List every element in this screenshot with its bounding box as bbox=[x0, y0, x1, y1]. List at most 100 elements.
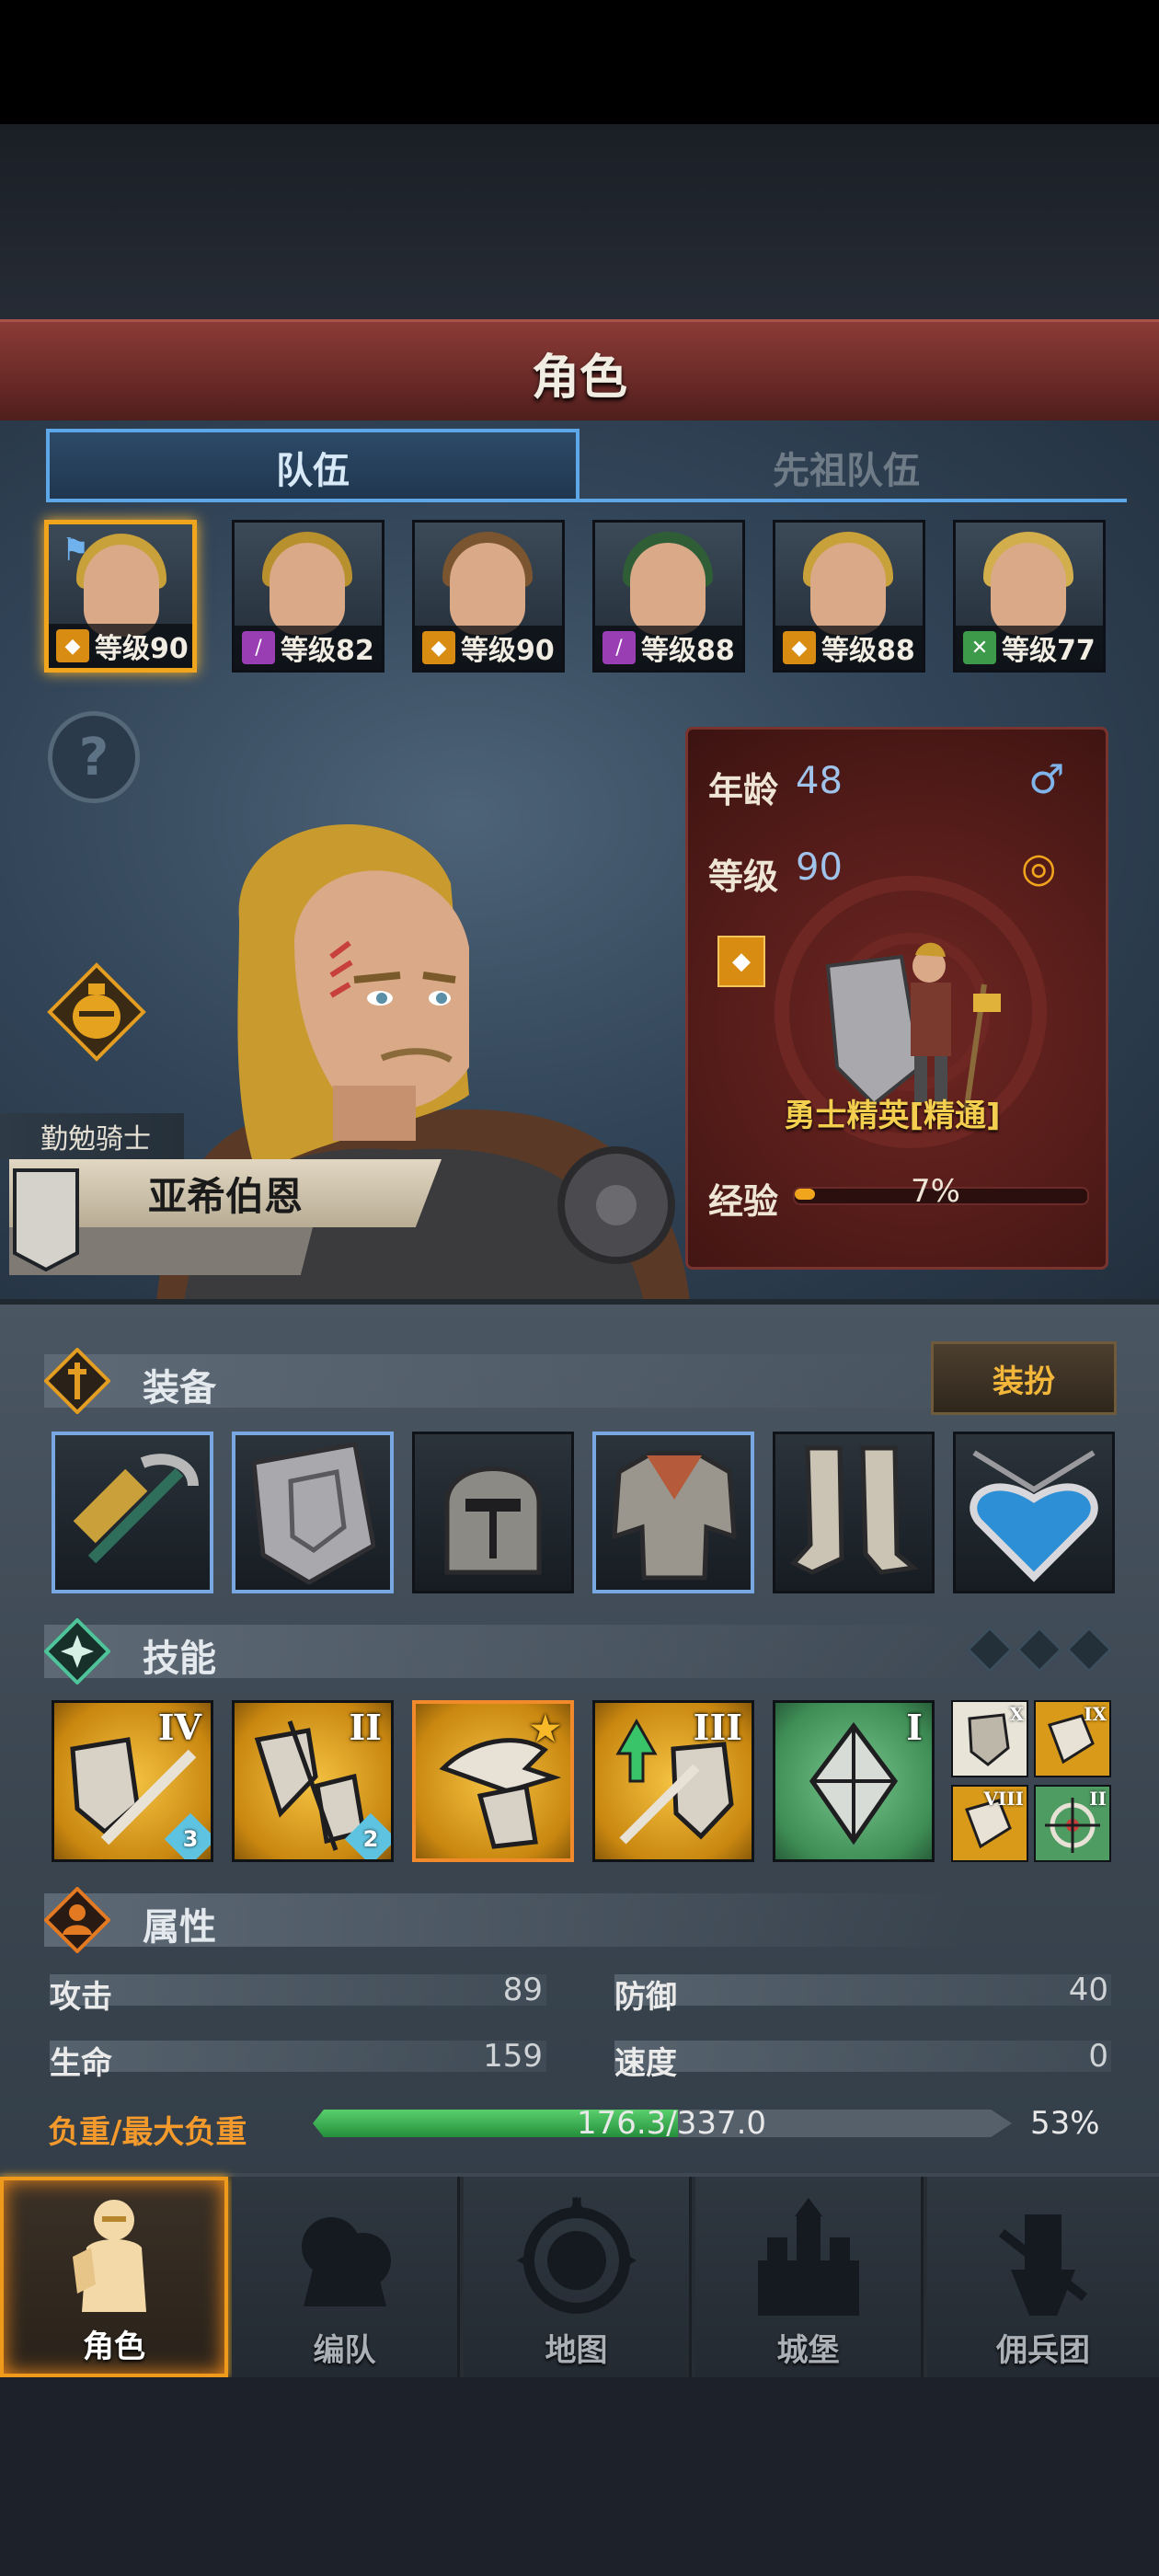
passive-rank: II bbox=[1089, 1788, 1107, 1810]
castle-icon bbox=[757, 2198, 859, 2316]
exp-label: 经验 bbox=[708, 1181, 779, 1222]
health-label: 生命 bbox=[50, 2045, 112, 2082]
ring-icon: ◎ bbox=[1021, 845, 1057, 891]
attack-label: 攻击 bbox=[50, 1979, 112, 2016]
shield-star-icon: ◆ bbox=[422, 631, 455, 664]
level-text: 等级82 bbox=[281, 635, 374, 667]
skill-charge-badge: 2 bbox=[344, 1812, 391, 1859]
party-slot-2[interactable]: / 等级82 bbox=[232, 520, 384, 673]
skill-slot-3[interactable]: ★ bbox=[412, 1700, 574, 1862]
chainmail-armor-icon bbox=[612, 1451, 737, 1581]
nav-formation[interactable]: 编队 bbox=[232, 2177, 460, 2377]
shield-star-icon: ◆ bbox=[783, 631, 816, 664]
equip-slot-weapon[interactable] bbox=[52, 1432, 213, 1593]
equip-slot-accessory[interactable] bbox=[953, 1432, 1115, 1593]
level-badge: ◆ 等级88 bbox=[775, 626, 923, 670]
party-slot-1[interactable]: ⚑ ◆ 等级90 bbox=[44, 520, 197, 673]
skill-slot-1[interactable]: IV 3 bbox=[52, 1700, 213, 1862]
party-slot-3[interactable]: ◆ 等级90 bbox=[412, 520, 565, 673]
nav-mercenary-label: 佣兵团 bbox=[996, 2332, 1090, 2369]
nav-castle[interactable]: 城堡 bbox=[695, 2177, 924, 2377]
speed-value: 0 bbox=[1088, 2038, 1108, 2075]
level-text: 等级77 bbox=[1002, 635, 1096, 667]
exp-bar-fill bbox=[795, 1189, 815, 1200]
age-value: 48 bbox=[796, 760, 843, 802]
skill-charge-count: 3 bbox=[182, 1826, 199, 1852]
passive-skill-2[interactable]: IX bbox=[1034, 1700, 1111, 1777]
level-text: 等级90 bbox=[95, 633, 189, 665]
nav-mercenary[interactable]: 佣兵团 bbox=[927, 2177, 1159, 2377]
equip-slot-armor[interactable] bbox=[592, 1432, 754, 1593]
party-slot-5[interactable]: ◆ 等级88 bbox=[773, 520, 925, 673]
level-badge: ◆ 等级90 bbox=[415, 626, 562, 670]
svg-text:N: N bbox=[571, 2196, 582, 2211]
age-label: 年龄 bbox=[708, 770, 779, 811]
level-text: 等级88 bbox=[821, 635, 915, 667]
passive-rank: IX bbox=[1084, 1703, 1107, 1725]
speed-label: 速度 bbox=[614, 2045, 677, 2082]
shield-star-icon: ◆ bbox=[717, 936, 765, 987]
passive-skill-3[interactable]: VIII bbox=[951, 1785, 1028, 1862]
party-slot-6[interactable]: ✕ 等级77 bbox=[953, 520, 1106, 673]
knight-icon bbox=[73, 2200, 146, 2312]
tab-ancestor-party[interactable]: 先祖队伍 bbox=[580, 432, 1113, 502]
character-title: 勤勉骑士 bbox=[40, 1123, 151, 1156]
flag-icon: ⚑ bbox=[62, 532, 90, 569]
equip-slot-helmet[interactable] bbox=[412, 1432, 574, 1593]
mercenary-icon bbox=[998, 2214, 1088, 2316]
level-label: 等级 bbox=[708, 857, 779, 897]
character-name: 亚希伯恩 bbox=[147, 1173, 303, 1219]
skill-charge-count: 2 bbox=[362, 1826, 379, 1852]
tab-underline bbox=[46, 499, 1127, 502]
help-button[interactable]: ? bbox=[48, 711, 140, 803]
skill-rank: III bbox=[693, 1707, 742, 1748]
level-badge: ◆ 等级90 bbox=[49, 624, 192, 668]
hero-face bbox=[270, 543, 345, 635]
banner-icon[interactable] bbox=[13, 1168, 79, 1271]
skill-charge-badge: 3 bbox=[164, 1812, 211, 1859]
top-background bbox=[0, 124, 1159, 319]
nav-character[interactable]: 角色 bbox=[0, 2177, 228, 2377]
hero-face bbox=[450, 543, 525, 635]
bow-icon: ✕ bbox=[963, 631, 996, 664]
skill-rank: ★ bbox=[529, 1708, 561, 1749]
nav-formation-label: 编队 bbox=[313, 2332, 376, 2369]
tab-party[interactable]: 队伍 bbox=[46, 429, 580, 502]
passive-skill-4[interactable]: II bbox=[1034, 1785, 1111, 1862]
equip-slot-legs[interactable] bbox=[773, 1432, 935, 1593]
level-value: 90 bbox=[796, 846, 843, 889]
health-value: 159 bbox=[483, 2038, 543, 2075]
load-value: 176.3/337.0 bbox=[576, 2105, 767, 2142]
passive-skill-1[interactable]: X bbox=[951, 1700, 1028, 1777]
level-text: 等级88 bbox=[641, 635, 735, 667]
skill-rank: IV bbox=[157, 1707, 201, 1748]
staff-icon: / bbox=[242, 631, 275, 664]
attributes-title: 属性 bbox=[143, 1906, 216, 1949]
male-icon: ♂ bbox=[1028, 756, 1065, 803]
war-hammer-icon bbox=[73, 1454, 199, 1564]
equip-slot-offhand[interactable] bbox=[232, 1432, 394, 1593]
character-title-badge: 勤勉骑士 bbox=[0, 1113, 184, 1159]
skill-slot-5[interactable]: I bbox=[773, 1700, 935, 1862]
shield-star-icon: ◆ bbox=[56, 629, 89, 662]
helmet-icon bbox=[444, 1466, 542, 1575]
compass-map-icon: N bbox=[516, 2196, 637, 2314]
formation-icon bbox=[301, 2217, 391, 2306]
level-badge: / 等级82 bbox=[235, 626, 382, 670]
hero-face bbox=[810, 543, 886, 635]
party-slot-4[interactable]: / 等级88 bbox=[592, 520, 745, 673]
skill-slot-2[interactable]: II 2 bbox=[232, 1700, 394, 1862]
skill-slot-4[interactable]: III bbox=[592, 1700, 754, 1862]
skills-section-icon bbox=[44, 1618, 110, 1685]
tab-ancestor-party-label: 先祖队伍 bbox=[773, 450, 920, 492]
attributes-section-icon bbox=[44, 1887, 110, 1953]
dress-up-label: 装扮 bbox=[993, 1363, 1055, 1400]
class-figure bbox=[825, 942, 1001, 1113]
question-icon: ? bbox=[78, 727, 109, 788]
passive-rank: X bbox=[1009, 1703, 1024, 1725]
nav-map[interactable]: N 地图 bbox=[464, 2177, 692, 2377]
load-label: 负重/最大负重 bbox=[48, 2114, 247, 2151]
dress-up-button[interactable]: 装扮 bbox=[931, 1341, 1117, 1415]
shield-icon bbox=[251, 1442, 376, 1585]
level-badge: / 等级88 bbox=[595, 626, 742, 670]
